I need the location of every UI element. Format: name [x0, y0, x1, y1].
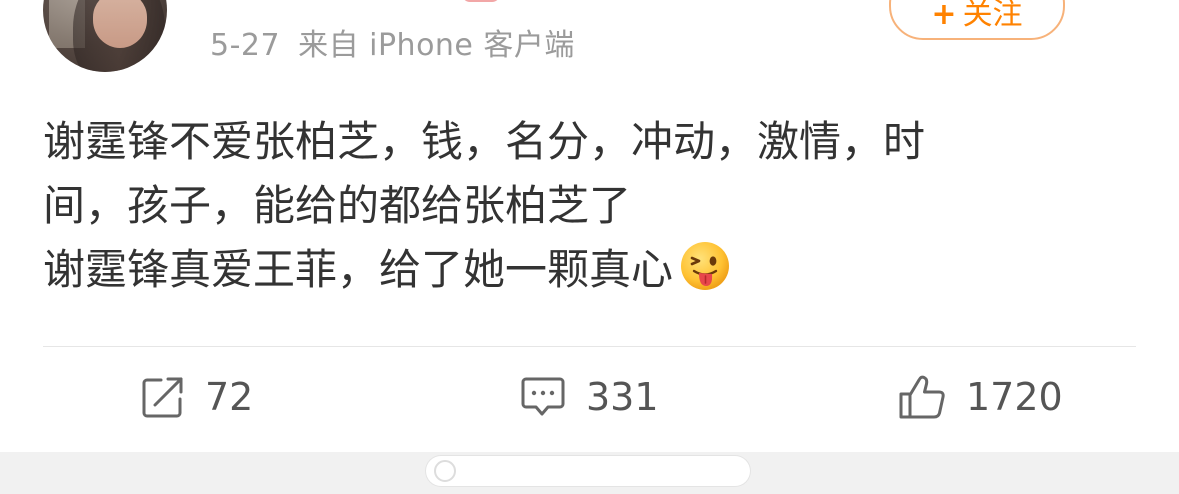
repost-count: 72	[205, 375, 254, 419]
post-text-line: 谢霆锋真爱王菲，给了她一颗真心	[43, 238, 1093, 310]
divider	[43, 346, 1136, 347]
comment-input[interactable]	[426, 456, 750, 486]
post-text-line: 间，孩子，能给的都给张柏芝了	[43, 174, 1093, 238]
thumbs-up-icon	[898, 374, 946, 420]
post-text-line-content: 间，孩子，能给的都给张柏芝了	[43, 181, 632, 230]
post-date: 5-27	[210, 28, 281, 63]
edit-icon	[434, 460, 456, 482]
post-text-line: 谢霆锋不爱张柏芝，钱，名分，冲动，激情，时	[43, 117, 926, 166]
comment-button[interactable]: 331	[520, 368, 659, 426]
plus-icon: +	[931, 0, 957, 32]
post-source: 来自 iPhone 客户端	[298, 28, 575, 63]
post-meta: 5-27 来自 iPhone 客户端	[210, 24, 575, 68]
like-button[interactable]: 1720	[898, 368, 1063, 426]
repost-button[interactable]: 72	[141, 368, 253, 426]
follow-button[interactable]: + 关注	[889, 0, 1065, 40]
avatar[interactable]	[43, 0, 167, 72]
user-badge-icon	[462, 0, 500, 2]
tongue-wink-emoji-icon	[679, 240, 731, 310]
follow-button-label: 关注	[962, 0, 1023, 32]
post-content: 谢霆锋不爱张柏芝，钱，名分，冲动，激情，时 间，孩子，能给的都给张柏芝了 谢霆锋…	[43, 110, 1093, 310]
bottom-bar	[0, 452, 1179, 494]
post-text-line-content: 谢霆锋真爱王菲，给了她一颗真心	[43, 245, 674, 294]
comment-bubble-icon	[520, 375, 566, 419]
like-count: 1720	[966, 375, 1063, 419]
share-arrow-icon	[141, 375, 185, 419]
comment-count: 331	[586, 375, 659, 419]
